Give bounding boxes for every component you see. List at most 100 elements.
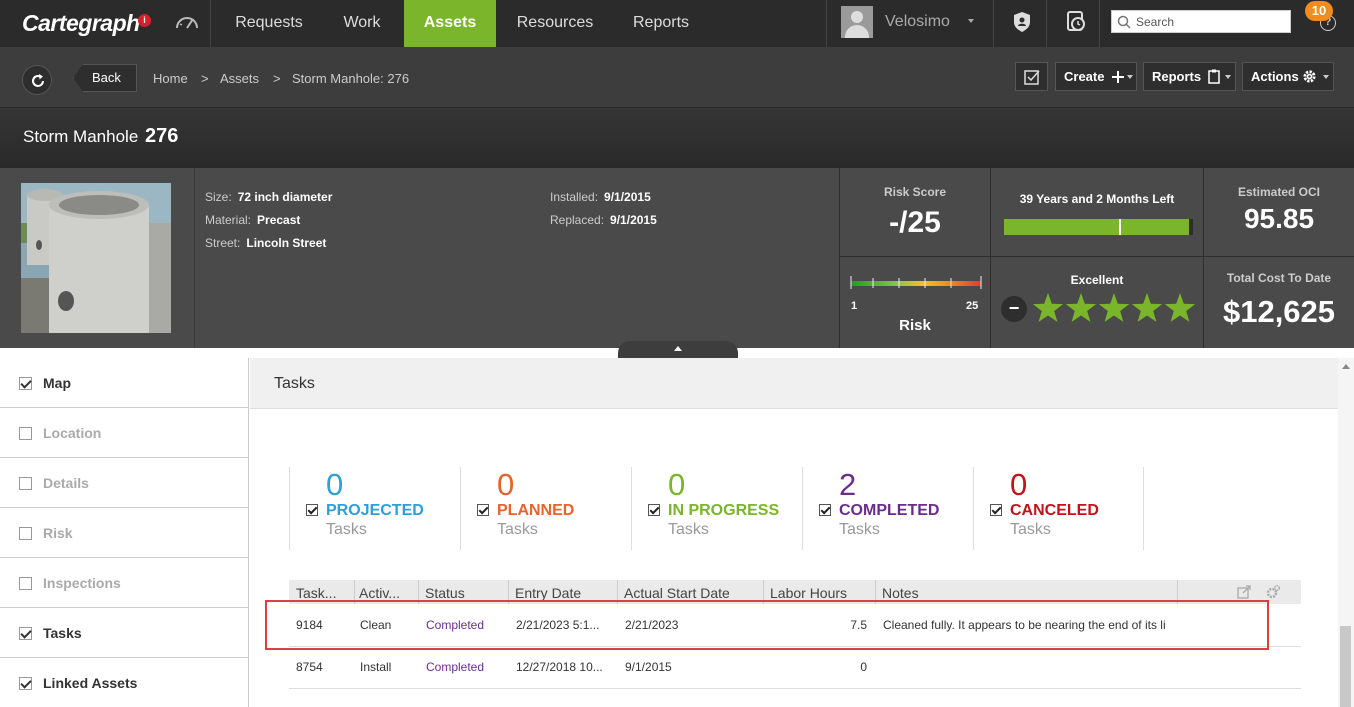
column-header-activity[interactable]: Activ... bbox=[359, 585, 414, 601]
stat-completed[interactable]: 2 COMPLETED Tasks bbox=[802, 467, 973, 550]
stat-count: 0 bbox=[668, 467, 686, 502]
stat-sub: Tasks bbox=[1010, 521, 1051, 538]
back-button[interactable]: Back bbox=[73, 64, 137, 92]
nav-work[interactable]: Work bbox=[320, 0, 404, 47]
detail-label: Size: bbox=[205, 190, 232, 204]
nav-divider bbox=[1046, 0, 1047, 47]
risk-min: 1 bbox=[851, 300, 858, 312]
condition-stars bbox=[1032, 293, 1196, 322]
stat-filter-checkbox[interactable] bbox=[648, 504, 660, 516]
collapse-summary-toggle[interactable] bbox=[618, 341, 738, 358]
stat-projected[interactable]: 0 PROJECTED Tasks bbox=[289, 467, 460, 550]
life-progress-bar bbox=[1004, 219, 1193, 235]
refresh-button[interactable] bbox=[22, 65, 52, 95]
stat-filter-checkbox[interactable] bbox=[477, 504, 489, 516]
column-header-status[interactable]: Status bbox=[425, 585, 465, 601]
stat-canceled[interactable]: 0 CANCELED Tasks bbox=[973, 467, 1144, 550]
nav-assets[interactable]: Assets bbox=[404, 0, 496, 47]
section-checkbox[interactable] bbox=[19, 477, 32, 490]
stat-count: 2 bbox=[839, 467, 857, 502]
nav-divider bbox=[1099, 0, 1100, 47]
section-checkbox[interactable] bbox=[19, 627, 32, 640]
stat-count: 0 bbox=[497, 467, 515, 502]
reports-button[interactable]: Reports bbox=[1143, 62, 1236, 91]
export-icon[interactable] bbox=[1237, 585, 1251, 599]
refresh-icon bbox=[32, 74, 44, 87]
breadcrumb-home[interactable]: Home bbox=[153, 71, 188, 86]
gear-icon bbox=[1303, 70, 1316, 83]
column-header-entry-date[interactable]: Entry Date bbox=[515, 585, 581, 601]
section-item-map[interactable]: Map bbox=[0, 358, 249, 408]
create-button[interactable]: Create bbox=[1055, 62, 1137, 91]
checklist-button[interactable] bbox=[1015, 62, 1048, 91]
cartegraph-logo[interactable]: Cartegraph bbox=[22, 10, 140, 37]
column-header-task[interactable]: Task... bbox=[296, 585, 354, 601]
column-header-labor-hours[interactable]: Labor Hours bbox=[770, 585, 847, 601]
dashboard-gauge-icon[interactable] bbox=[174, 12, 200, 32]
section-item-tasks[interactable]: Tasks bbox=[0, 608, 249, 658]
notification-badge[interactable]: 10 bbox=[1305, 1, 1333, 21]
chevron-down-icon bbox=[1127, 75, 1133, 79]
cell-labor-hours: 0 bbox=[860, 660, 867, 674]
detail-value: Precast bbox=[257, 213, 301, 227]
detail-label: Material: bbox=[205, 213, 252, 227]
section-checkbox[interactable] bbox=[19, 377, 32, 390]
nav-requests[interactable]: Requests bbox=[218, 0, 320, 47]
section-label: Inspections bbox=[43, 575, 121, 591]
breadcrumb-separator: > bbox=[273, 71, 281, 86]
section-item-details[interactable]: Details bbox=[0, 458, 249, 508]
nav-divider bbox=[993, 0, 994, 47]
vertical-scrollbar[interactable] bbox=[1338, 358, 1354, 707]
section-checkbox[interactable] bbox=[19, 527, 32, 540]
tasks-title: Tasks bbox=[274, 375, 315, 392]
asset-photo[interactable] bbox=[21, 183, 171, 333]
user-avatar[interactable] bbox=[841, 6, 873, 38]
reports-label: Reports bbox=[1152, 69, 1202, 84]
section-item-linked-assets[interactable]: Linked Assets bbox=[0, 658, 249, 707]
star-icon bbox=[1131, 293, 1163, 322]
section-checkbox[interactable] bbox=[19, 577, 32, 590]
stat-filter-checkbox[interactable] bbox=[306, 504, 318, 516]
section-checkbox[interactable] bbox=[19, 677, 32, 690]
stat-planned[interactable]: 0 PLANNED Tasks bbox=[460, 467, 631, 550]
stat-name: PLANNED bbox=[497, 502, 575, 519]
detail-label: Replaced: bbox=[550, 213, 605, 227]
actions-label: Actions bbox=[1251, 69, 1299, 84]
column-header-actual-start-date[interactable]: Actual Start Date bbox=[624, 585, 730, 601]
section-item-location[interactable]: Location bbox=[0, 408, 249, 458]
column-header-notes[interactable]: Notes bbox=[882, 585, 919, 601]
info-badge[interactable]: i bbox=[138, 14, 151, 27]
stat-sub: Tasks bbox=[839, 521, 880, 538]
table-row[interactable]: 8754 Install Completed 12/27/2018 10... … bbox=[289, 647, 1301, 689]
actions-button[interactable]: Actions bbox=[1242, 62, 1334, 91]
chevron-down-icon[interactable] bbox=[968, 19, 974, 23]
section-label: Tasks bbox=[43, 625, 82, 641]
life-progress-marker bbox=[1119, 219, 1121, 235]
search-box[interactable] bbox=[1111, 10, 1291, 33]
breadcrumb-assets[interactable]: Assets bbox=[220, 71, 259, 86]
cell-entry-date: 12/27/2018 10... bbox=[516, 660, 603, 674]
stat-in-progress[interactable]: 0 IN PROGRESS Tasks bbox=[631, 467, 802, 550]
cell-task: 8754 bbox=[296, 660, 323, 674]
search-input[interactable] bbox=[1136, 13, 1286, 30]
minus-icon[interactable]: − bbox=[1001, 296, 1027, 322]
username[interactable]: Velosimo bbox=[885, 13, 950, 31]
oci-label: Estimated OCI bbox=[1237, 185, 1321, 199]
detail-street: Street: Lincoln Street bbox=[205, 236, 326, 250]
stat-filter-checkbox[interactable] bbox=[990, 504, 1002, 516]
asset-type: Storm Manhole bbox=[23, 127, 139, 146]
stat-filter-checkbox[interactable] bbox=[819, 504, 831, 516]
detail-installed: Installed: 9/1/2015 bbox=[550, 190, 651, 204]
nav-reports[interactable]: Reports bbox=[612, 0, 710, 47]
scroll-up-arrow[interactable] bbox=[1342, 364, 1350, 369]
nav-resources[interactable]: Resources bbox=[500, 0, 610, 47]
scroll-thumb[interactable] bbox=[1340, 626, 1351, 707]
history-icon[interactable] bbox=[1065, 11, 1087, 33]
condition-label: Excellent bbox=[1070, 273, 1124, 287]
shield-icon[interactable] bbox=[1013, 11, 1031, 33]
section-item-inspections[interactable]: Inspections bbox=[0, 558, 249, 608]
section-item-risk[interactable]: Risk bbox=[0, 508, 249, 558]
section-checkbox[interactable] bbox=[19, 427, 32, 440]
checklist-icon bbox=[1024, 70, 1040, 85]
gear-icon[interactable] bbox=[1265, 584, 1281, 600]
